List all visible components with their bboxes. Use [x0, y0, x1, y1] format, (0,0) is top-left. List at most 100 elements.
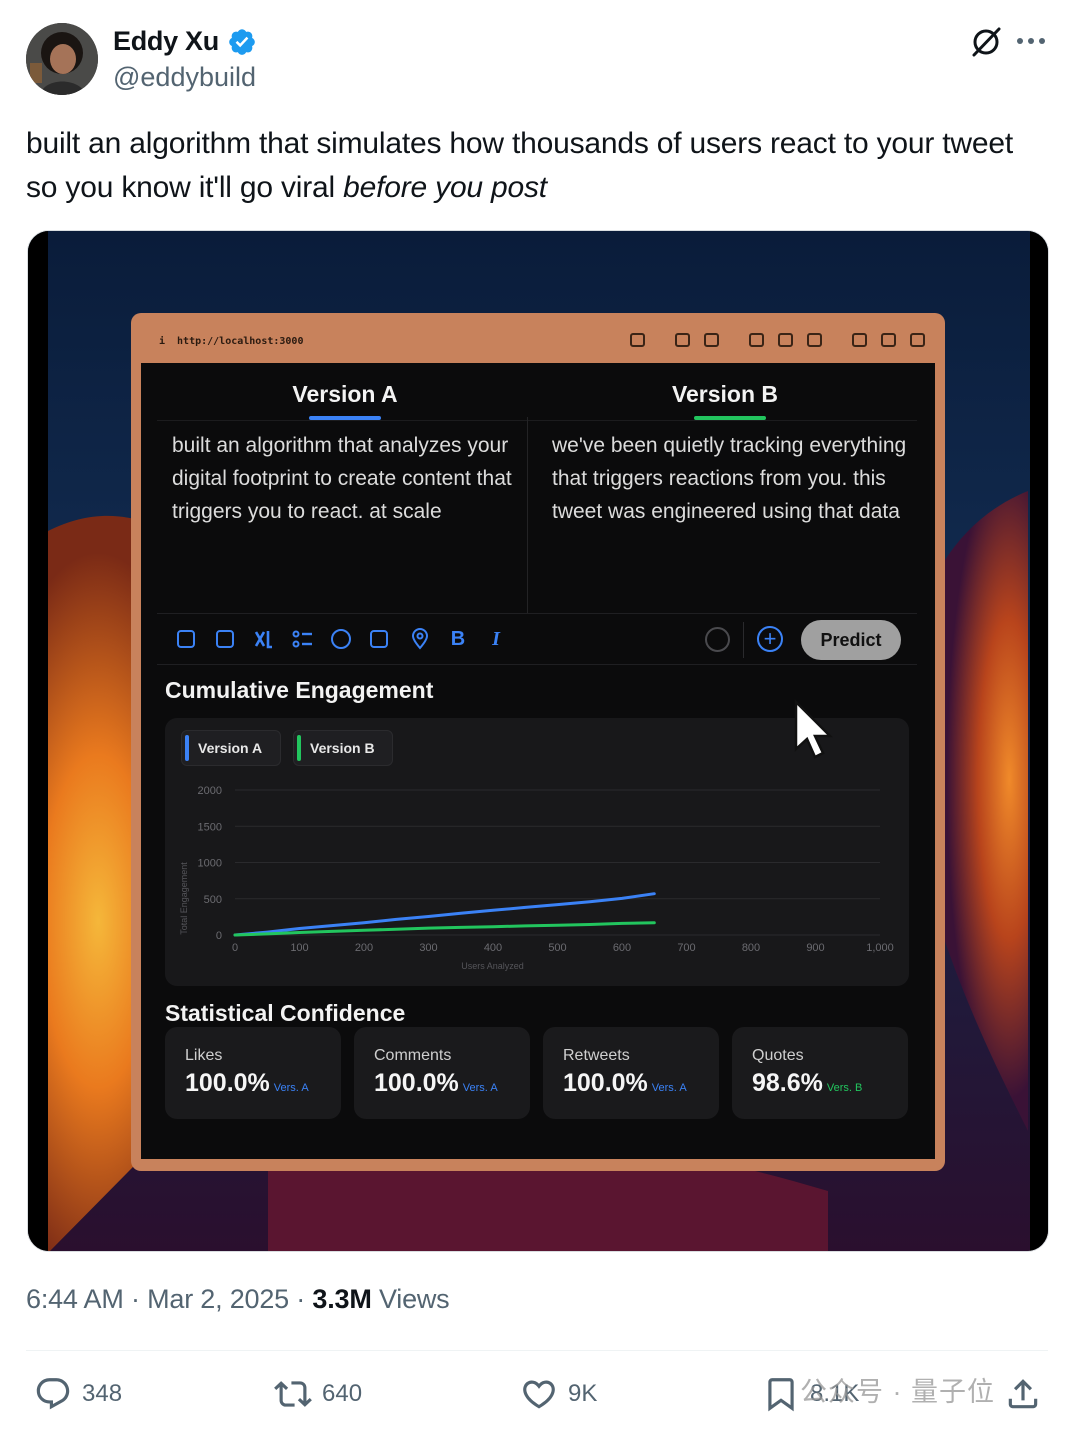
- x-tick-label: 200: [355, 942, 373, 954]
- x-tick-label: 600: [613, 942, 631, 954]
- y-axis-label: Total Engagement: [179, 862, 189, 935]
- repost-button[interactable]: 640: [274, 1374, 362, 1414]
- image-icon[interactable]: [177, 630, 195, 648]
- confidence-title: Statistical Confidence: [165, 1000, 406, 1026]
- x-tick-label: 800: [742, 942, 760, 954]
- stat-value: 100.0% Vers. A: [563, 1069, 687, 1098]
- divider: [157, 420, 917, 421]
- browser-window: i http://localhost:3000 Version A Versio…: [131, 313, 945, 1171]
- like-count: 9K: [568, 1380, 598, 1407]
- stat-value-text: 100.0%: [185, 1069, 270, 1097]
- tab-version-a[interactable]: Version A: [245, 381, 445, 408]
- address-bar[interactable]: http://localhost:3000: [177, 336, 303, 347]
- schedule-icon[interactable]: [370, 630, 388, 648]
- stat-label: Comments: [374, 1047, 452, 1064]
- y-tick-label: 1000: [198, 858, 222, 870]
- stat-version: Vers. B: [826, 1082, 863, 1094]
- mouse-cursor-icon: [794, 699, 834, 759]
- x-tick-label: 0: [232, 942, 238, 954]
- stat-value-text: 100.0%: [374, 1069, 459, 1097]
- x-tick-label: 100: [290, 942, 308, 954]
- x-tick-label: 1,000: [866, 942, 894, 954]
- stat-version: Vers. A: [462, 1082, 498, 1094]
- stat-label: Retweets: [563, 1047, 630, 1064]
- stat-card-likes: Likes 100.0% Vers. A: [165, 1027, 341, 1119]
- x-tick-label: 300: [419, 942, 437, 954]
- compose-toolbar: B I + Predict: [157, 613, 917, 665]
- x-tick-label: 400: [484, 942, 502, 954]
- y-tick-label: 500: [204, 894, 222, 906]
- stat-card-comments: Comments 100.0% Vers. A: [354, 1027, 530, 1119]
- divider: [26, 1350, 1048, 1351]
- x-tick-label: 500: [548, 942, 566, 954]
- tweet-media-video[interactable]: i http://localhost:3000 Version A Versio…: [27, 230, 1049, 1252]
- y-tick-label: 2000: [198, 785, 222, 797]
- engagement-title: Cumulative Engagement: [165, 677, 434, 703]
- watermark-text: 公众号 · 量子位: [800, 1377, 995, 1407]
- emoji-icon[interactable]: [331, 629, 351, 649]
- tab-version-b[interactable]: Version B: [625, 381, 825, 408]
- code-icon[interactable]: [852, 333, 867, 347]
- italic-icon[interactable]: I: [485, 628, 507, 650]
- stat-value-text: 98.6%: [752, 1069, 823, 1097]
- link-icon[interactable]: [630, 333, 645, 347]
- toolbar-separator: [743, 622, 744, 658]
- stat-value: 98.6% Vers. B: [752, 1069, 862, 1098]
- pen-icon[interactable]: [881, 333, 896, 347]
- author-avatar[interactable]: [26, 23, 98, 95]
- browser-toolbar: i http://localhost:3000: [141, 321, 935, 361]
- tweet-text-italic: before you post: [343, 171, 547, 204]
- bold-icon[interactable]: B: [447, 628, 469, 650]
- y-tick-label: 1500: [198, 821, 222, 833]
- verified-badge-icon: [229, 28, 255, 55]
- character-count-ring: [705, 627, 730, 652]
- share-button[interactable]: [1004, 1374, 1042, 1414]
- repost-icon: [274, 1381, 312, 1407]
- author-handle[interactable]: @eddybuild: [113, 62, 256, 93]
- tweet-time[interactable]: 6:44 AM: [26, 1284, 124, 1314]
- views-count: 3.3M: [312, 1284, 372, 1314]
- window-icon[interactable]: [749, 333, 764, 347]
- stat-version: Vers. A: [651, 1082, 687, 1094]
- tweet-text: built an algorithm that simulates how th…: [26, 122, 1046, 210]
- screenshot-icon[interactable]: [675, 333, 690, 347]
- reply-button[interactable]: 348: [34, 1374, 122, 1414]
- x-tick-label: 700: [677, 942, 695, 954]
- tweet-meta: 6:44 AM · Mar 2, 2025 · 3.3M Views: [26, 1284, 450, 1315]
- gif-icon[interactable]: [216, 630, 234, 648]
- stat-label: Quotes: [752, 1047, 804, 1064]
- sidebar-icon[interactable]: [910, 333, 925, 347]
- page-info-icon[interactable]: i: [159, 336, 165, 347]
- reply-icon: [36, 1378, 70, 1410]
- predict-button[interactable]: Predict: [801, 620, 901, 660]
- bookmark-icon: [768, 1378, 794, 1412]
- author-name[interactable]: Eddy Xu: [113, 26, 219, 57]
- add-icon[interactable]: +: [757, 626, 783, 652]
- y-tick-label: 0: [216, 930, 222, 942]
- reply-count: 348: [82, 1380, 123, 1407]
- target-icon[interactable]: [807, 333, 822, 347]
- grok-compose-icon[interactable]: [253, 628, 275, 650]
- stat-card-retweets: Retweets 100.0% Vers. A: [543, 1027, 719, 1119]
- stat-value-text: 100.0%: [563, 1069, 648, 1097]
- location-icon[interactable]: [409, 628, 431, 650]
- list-icon[interactable]: [292, 628, 314, 650]
- app-screen: Version A Version B built an algorithm t…: [141, 363, 935, 1159]
- like-button[interactable]: 9K: [520, 1374, 597, 1414]
- x-tick-label: 900: [806, 942, 824, 954]
- repost-count: 640: [322, 1380, 363, 1407]
- stat-label: Likes: [185, 1047, 223, 1064]
- version-b-text-area[interactable]: we've been quietly tracking everything t…: [552, 429, 912, 528]
- globe-icon[interactable]: [778, 333, 793, 347]
- version-a-text-area[interactable]: built an algorithm that analyzes your di…: [172, 429, 532, 528]
- views-label: Views: [378, 1284, 450, 1314]
- tweet-date[interactable]: Mar 2, 2025: [147, 1284, 289, 1314]
- more-options-icon[interactable]: [1017, 34, 1049, 48]
- x-axis-label: Users Analyzed: [461, 961, 524, 971]
- grok-icon[interactable]: [968, 24, 1004, 60]
- stat-card-quotes: Quotes 98.6% Vers. B: [732, 1027, 908, 1119]
- stat-version: Vers. A: [273, 1082, 309, 1094]
- meta-separator: ·: [296, 1284, 306, 1314]
- camera-icon[interactable]: [704, 333, 719, 347]
- meta-separator: ·: [130, 1284, 140, 1314]
